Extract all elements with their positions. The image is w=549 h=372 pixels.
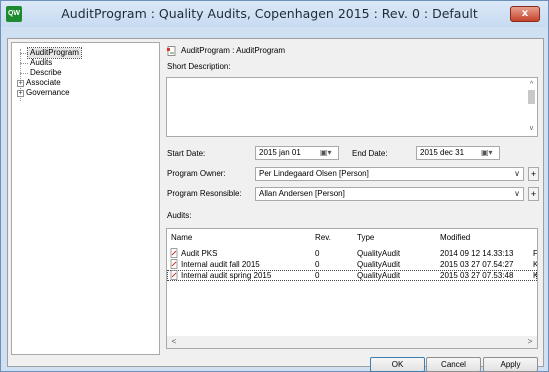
audit-document-icon [170, 259, 178, 269]
scroll-down-icon[interactable]: v [526, 124, 537, 134]
scroll-thumb[interactable] [528, 90, 535, 104]
calendar-icon[interactable]: ▣▾ [481, 148, 497, 158]
add-responsible-button[interactable]: + [528, 187, 539, 201]
audits-label: Audits: [167, 211, 192, 220]
column-header-type[interactable]: Type [357, 233, 374, 242]
table-row[interactable]: Internal audit spring 2015 0 QualityAudi… [167, 270, 537, 281]
window-title: AuditProgram : Quality Audits, Copenhage… [61, 6, 478, 21]
properties-panel: AuditProgram : AuditProgram Short Descri… [162, 42, 541, 355]
tree-item-associate[interactable]: Associate [26, 78, 61, 88]
cell-modified: 2015 03 27 07.53:48 [440, 271, 514, 280]
tree-connector-line [20, 53, 28, 54]
close-button[interactable]: x [510, 6, 540, 22]
calendar-icon[interactable]: ▣▾ [320, 148, 336, 158]
cell-rev: 0 [315, 249, 320, 258]
tree-connector-line [20, 73, 28, 74]
breadcrumb: AuditProgram : AuditProgram [181, 46, 286, 55]
cell-extra: F [533, 249, 538, 258]
apply-button[interactable]: Apply [483, 357, 538, 372]
start-date-value: 2015 jan 01 [259, 148, 301, 157]
expand-icon[interactable]: + [17, 90, 24, 97]
cell-type: QualityAudit [357, 271, 401, 280]
navigation-tree[interactable]: AuditProgram Audits Describe + Associate… [11, 42, 160, 355]
cell-rev: 0 [315, 271, 320, 280]
program-responsible-select[interactable]: Allan Andersen [Person] ∨ [255, 187, 524, 201]
cancel-button[interactable]: Cancel [426, 357, 481, 372]
program-owner-select[interactable]: Per Lindegaard Olsen [Person] ∨ [255, 167, 524, 181]
cell-extra: K [533, 271, 538, 280]
horizontal-scrollbar[interactable]: < > [167, 336, 537, 348]
program-owner-label: Program Owner: [167, 169, 226, 178]
cell-rev: 0 [315, 260, 320, 269]
cell-type: QualityAudit [357, 260, 401, 269]
expand-icon[interactable]: + [17, 80, 24, 87]
tree-connector-line [20, 63, 28, 64]
audits-table[interactable]: Name Rev. Type Modified Audit PKS 0 Qual… [166, 228, 538, 349]
audit-document-icon [170, 270, 178, 280]
short-description-textarea[interactable]: ^ v [166, 77, 538, 137]
cell-name: Audit PKS [181, 249, 218, 258]
tree-item-auditprogram[interactable]: AuditProgram [27, 47, 82, 59]
table-row[interactable]: Audit PKS 0 QualityAudit 2014 09 12 14.3… [167, 248, 537, 259]
document-icon [167, 46, 176, 56]
short-description-label: Short Description: [167, 62, 231, 71]
audit-document-icon [170, 248, 178, 258]
cell-modified: 2015 03 27 07.54:27 [440, 260, 514, 269]
scroll-up-icon[interactable]: ^ [526, 80, 537, 90]
tree-item-describe[interactable]: Describe [30, 68, 62, 78]
program-responsible-label: Program Resonsible: [167, 189, 242, 198]
program-owner-value: Per Lindegaard Olsen [Person] [259, 169, 369, 178]
start-date-label: Start Date: [167, 149, 206, 158]
column-header-rev[interactable]: Rev. [315, 233, 331, 242]
cell-type: QualityAudit [357, 249, 401, 258]
chevron-down-icon[interactable]: ∨ [514, 188, 520, 200]
cell-name: Internal audit fall 2015 [181, 260, 260, 269]
column-header-name[interactable]: Name [171, 233, 192, 242]
vertical-scrollbar[interactable]: ^ v [526, 78, 537, 136]
table-row[interactable]: Internal audit fall 2015 0 QualityAudit … [167, 259, 537, 270]
column-header-modified[interactable]: Modified [440, 233, 470, 242]
end-date-picker[interactable]: 2015 dec 31 ▣▾ [416, 146, 500, 160]
tree-item-governance[interactable]: Governance [26, 88, 70, 98]
dialog-window: QW AuditProgram : Quality Audits, Copenh… [0, 0, 549, 372]
end-date-value: 2015 dec 31 [420, 148, 465, 157]
ok-button[interactable]: OK [370, 357, 425, 372]
cell-modified: 2014 09 12 14.33:13 [440, 249, 514, 258]
app-logo-icon: QW [6, 6, 22, 22]
end-date-label: End Date: [352, 149, 388, 158]
chevron-down-icon[interactable]: ∨ [514, 168, 520, 180]
program-responsible-value: Allan Andersen [Person] [259, 189, 345, 198]
scroll-left-icon[interactable]: < [168, 336, 180, 348]
dialog-client-area: AuditProgram Audits Describe + Associate… [7, 38, 544, 372]
title-bar[interactable]: QW AuditProgram : Quality Audits, Copenh… [1, 1, 548, 27]
cell-name: Internal audit spring 2015 [181, 271, 272, 280]
table-header: Name Rev. Type Modified [167, 229, 537, 245]
scroll-right-icon[interactable]: > [524, 336, 536, 348]
add-owner-button[interactable]: + [528, 167, 539, 181]
start-date-picker[interactable]: 2015 jan 01 ▣▾ [255, 146, 339, 160]
tree-item-audits[interactable]: Audits [30, 58, 52, 68]
cell-extra: K [533, 260, 538, 269]
